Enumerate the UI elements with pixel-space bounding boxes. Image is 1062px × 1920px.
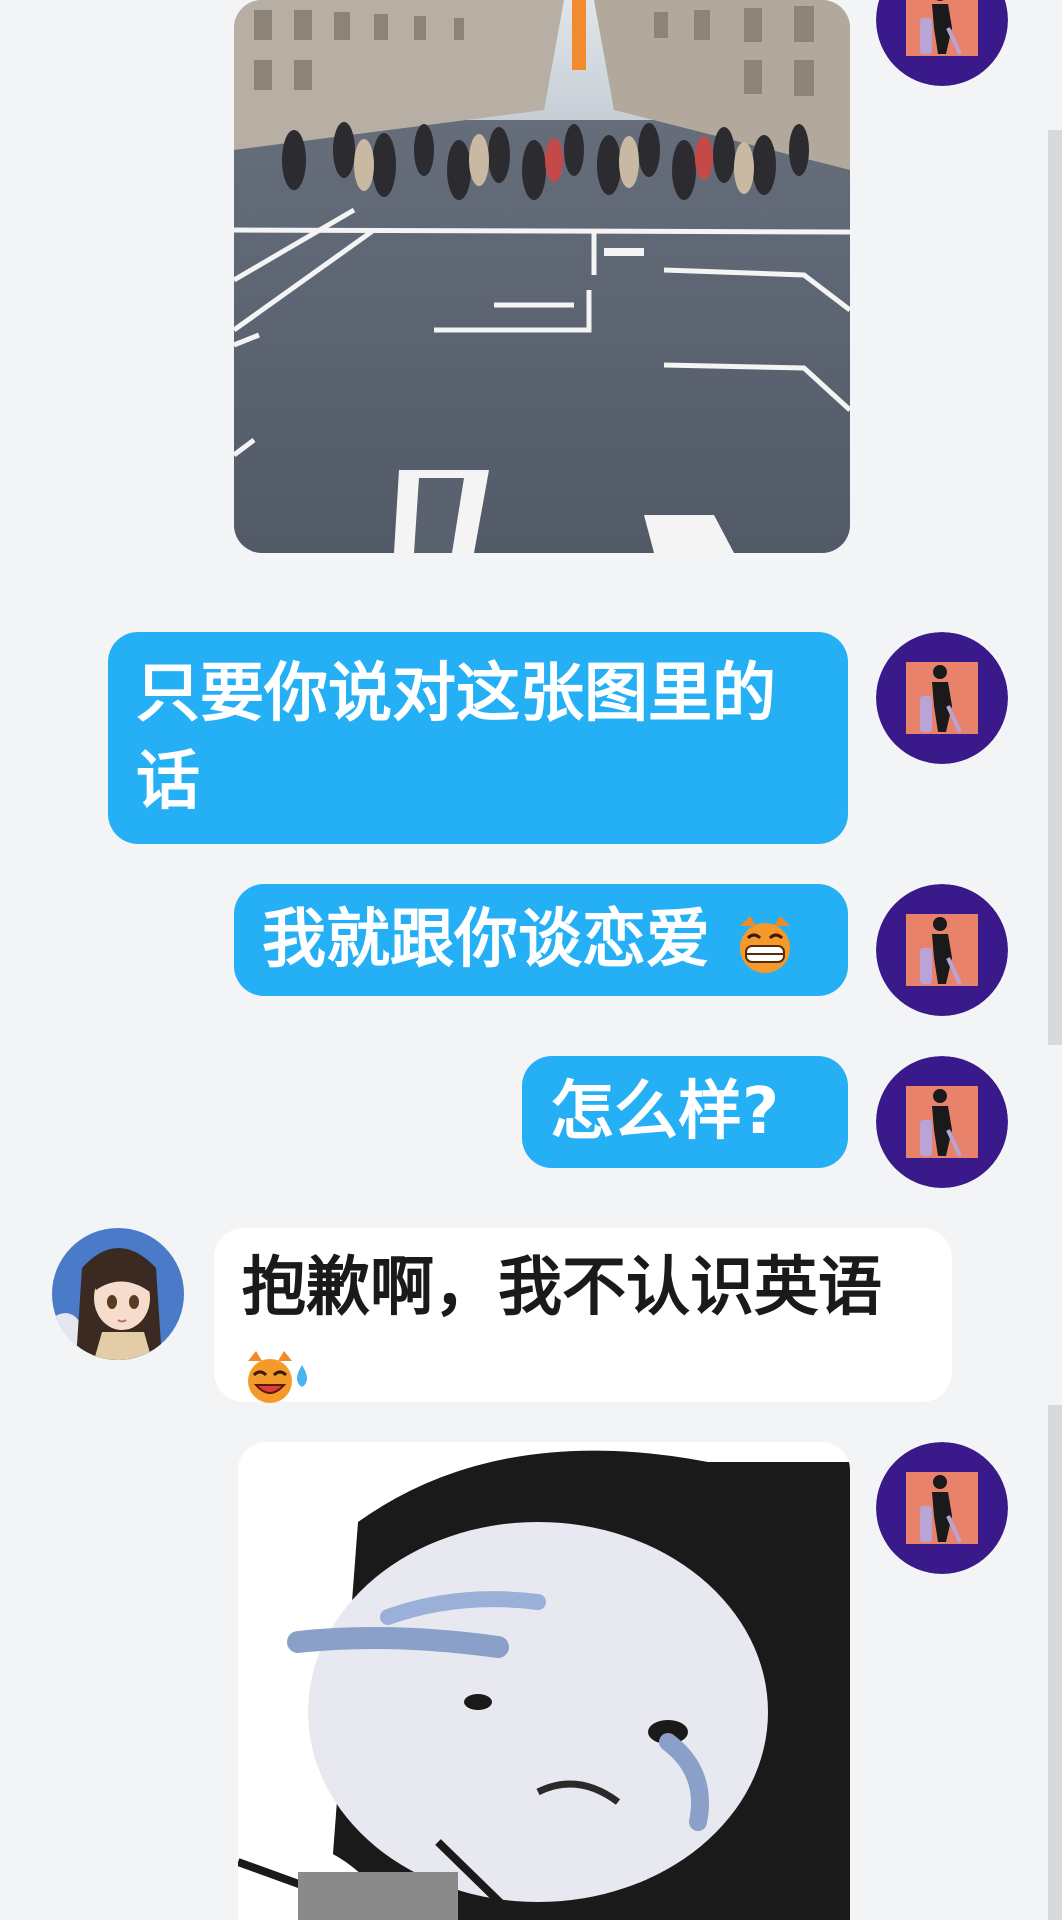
grin-emoji-icon <box>732 912 798 974</box>
person-luggage-icon <box>876 632 1008 764</box>
contact-avatar[interactable] <box>52 1228 184 1360</box>
my-avatar[interactable] <box>876 0 1008 86</box>
message-text: 抱歉啊，我不认识英语 <box>242 1251 882 1325</box>
my-avatar[interactable] <box>876 632 1008 764</box>
meme-sticker-message[interactable] <box>238 1442 850 1920</box>
message-text-line: 只要你说对这张图里的 <box>136 657 776 731</box>
person-luggage-icon <box>876 1056 1008 1188</box>
message-bubble[interactable]: 我就跟你谈恋爱 <box>234 884 848 996</box>
sweat-laugh-emoji-icon <box>242 1349 314 1405</box>
message-bubble[interactable]: 抱歉啊，我不认识英语 <box>214 1228 952 1405</box>
person-luggage-icon <box>876 0 1008 86</box>
my-avatar[interactable] <box>876 884 1008 1016</box>
scrollbar-track-lower[interactable] <box>1048 1405 1062 1920</box>
anime-girl-avatar-icon <box>52 1228 184 1360</box>
scrollbar-track[interactable] <box>1048 130 1062 1045</box>
message-text: 怎么样? <box>550 1075 780 1149</box>
street-photo-image <box>234 0 850 553</box>
person-luggage-icon <box>876 884 1008 1016</box>
street-photo-message[interactable] <box>234 0 850 553</box>
my-avatar[interactable] <box>876 1442 1008 1574</box>
person-luggage-icon <box>876 1442 1008 1574</box>
message-text-line: 话 <box>136 745 200 819</box>
message-bubble[interactable]: 怎么样? <box>522 1056 848 1168</box>
message-bubble[interactable]: 只要你说对这张图里的 话 <box>108 632 848 844</box>
message-text: 我就跟你谈恋爱 <box>262 903 710 977</box>
my-avatar[interactable] <box>876 1056 1008 1188</box>
crying-meme-sticker-image <box>238 1442 850 1920</box>
